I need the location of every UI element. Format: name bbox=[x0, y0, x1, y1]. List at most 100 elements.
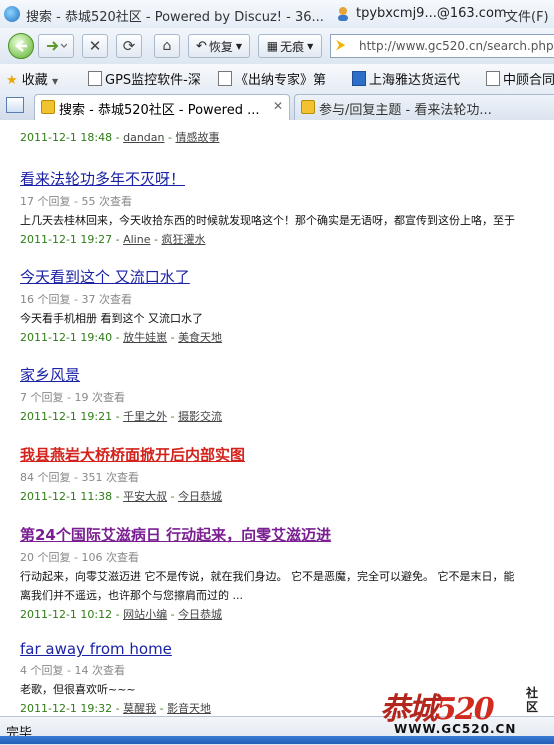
address-url[interactable]: http://www.gc520.cn/search.php? bbox=[359, 39, 554, 53]
result-title[interactable]: 家乡风景 bbox=[20, 364, 554, 385]
result-stats: 7 个回复 - 19 次查看 bbox=[20, 391, 125, 404]
favorite-link[interactable]: 《出纳专家》第 bbox=[218, 69, 326, 88]
favorite-label: 《出纳专家》第 bbox=[235, 73, 327, 88]
chevron-down-icon: ▼ bbox=[307, 41, 314, 51]
search-result: 第24个国际艾滋病日 行动起来，向零艾滋迈进 20 个回复 - 106 次查看 … bbox=[20, 524, 554, 622]
result-stats: 17 个回复 - 55 次查看 bbox=[20, 195, 132, 208]
favorite-link[interactable]: 上海雅达货运代 bbox=[352, 69, 460, 88]
result-title[interactable]: far away from home bbox=[20, 640, 554, 658]
tab-search[interactable]: 搜索 - 恭城520社区 - Powered ... ✕ bbox=[34, 94, 290, 120]
result-title[interactable]: 我县燕岩大桥桥面掀开后内部实图 bbox=[20, 444, 554, 465]
close-icon[interactable]: ✕ bbox=[273, 99, 283, 113]
favorites-bar: ★ 收藏 ▼ GPS监控软件-深 《出纳专家》第 上海雅达货运代 中顾合同 bbox=[0, 64, 554, 91]
restore-button[interactable]: ↶ 恢复 ▼ bbox=[188, 34, 250, 58]
result-meta: 2011-12-1 19:40 - 放牛娃崽 - 美食天地 bbox=[20, 331, 223, 344]
result-meta: 2011-12-1 19:21 - 千里之外 - 摄影交流 bbox=[20, 410, 223, 423]
result-excerpt: 今天看手机相册 看到这个 又流口水了 bbox=[20, 312, 203, 325]
result-title[interactable]: 今天看到这个 又流口水了 bbox=[20, 266, 554, 287]
stop-button[interactable]: ✕ bbox=[82, 34, 108, 58]
result-author[interactable]: 莫醒我 bbox=[123, 702, 156, 715]
chevron-down-icon: ▼ bbox=[51, 77, 59, 86]
page-content: 2011-12-1 18:48 - dandan - 情感故事 看来法轮功多年不… bbox=[0, 120, 554, 716]
search-result: 2011-12-1 18:48 - dandan - 情感故事 bbox=[20, 126, 554, 145]
result-date: 2011-12-1 10:12 bbox=[20, 608, 113, 621]
incognito-button[interactable]: ▦ 无痕 ▼ bbox=[258, 34, 322, 58]
address-bar[interactable]: ⮞ http://www.gc520.cn/search.php? bbox=[330, 34, 554, 58]
result-meta: 2011-12-1 19:27 - Aline - 疯狂灌水 bbox=[20, 233, 206, 246]
result-meta: 2011-12-1 18:48 - dandan - 情感故事 bbox=[20, 131, 220, 144]
favorites-menu[interactable]: ★ 收藏 ▼ bbox=[6, 69, 58, 88]
result-forum[interactable]: 今日恭城 bbox=[178, 490, 222, 503]
result-title[interactable]: 第24个国际艾滋病日 行动起来，向零艾滋迈进 bbox=[20, 524, 554, 545]
favorites-label: 收藏 bbox=[21, 73, 48, 88]
back-arrow-icon bbox=[15, 40, 27, 52]
user-account-icon[interactable] bbox=[336, 6, 350, 22]
favorite-label: 上海雅达货运代 bbox=[369, 73, 461, 88]
result-stats: 4 个回复 - 14 次查看 bbox=[20, 664, 125, 677]
result-forum[interactable]: 摄影交流 bbox=[178, 410, 222, 423]
forward-arrow-icon bbox=[47, 41, 67, 51]
result-excerpt: 行动起来，向零艾滋迈进 它不是传说，就在我们身边。 它不是恶魔，完全可以避免。 … bbox=[20, 570, 515, 583]
tab-label: 搜索 - 恭城520社区 - Powered ... bbox=[59, 103, 260, 118]
result-author[interactable]: 放牛娃崽 bbox=[123, 331, 167, 344]
favorite-link[interactable]: GPS监控软件-深 bbox=[88, 69, 201, 88]
result-author[interactable]: dandan bbox=[123, 131, 164, 144]
result-date: 2011-12-1 18:48 bbox=[20, 131, 113, 144]
tab-overview-icon[interactable] bbox=[6, 97, 24, 113]
tab-reply[interactable]: 参与/回复主题 - 看来法轮功... bbox=[294, 94, 554, 120]
result-forum[interactable]: 疯狂灌水 bbox=[161, 233, 205, 246]
result-stats: 20 个回复 - 106 次查看 bbox=[20, 551, 139, 564]
result-forum[interactable]: 美食天地 bbox=[178, 331, 222, 344]
undo-icon: ↶ bbox=[195, 38, 207, 54]
result-date: 2011-12-1 19:32 bbox=[20, 702, 113, 715]
window-title: 搜索 - 恭城520社区 - Powered by Discuz! - 36..… bbox=[26, 10, 324, 25]
result-author[interactable]: 网站小编 bbox=[123, 608, 167, 621]
result-author[interactable]: 平安大叔 bbox=[123, 490, 167, 503]
chevron-down-icon: ▼ bbox=[235, 41, 243, 51]
file-menu[interactable]: 文件(F) bbox=[505, 6, 549, 25]
result-forum[interactable]: 影音天地 bbox=[167, 702, 211, 715]
tab-bar: 搜索 - 恭城520社区 - Powered ... ✕ 参与/回复主题 - 看… bbox=[0, 90, 554, 121]
browser-logo-icon bbox=[4, 6, 20, 22]
favorite-link[interactable]: 中顾合同 bbox=[486, 69, 554, 88]
watermark-side-text: 社区 bbox=[526, 686, 539, 714]
result-date: 2011-12-1 19:40 bbox=[20, 331, 113, 344]
result-date: 2011-12-1 19:27 bbox=[20, 233, 113, 246]
page-icon bbox=[218, 71, 232, 86]
refresh-button[interactable]: ⟳ bbox=[116, 34, 142, 58]
star-icon: ★ bbox=[6, 73, 18, 88]
home-icon: ⌂ bbox=[162, 38, 172, 54]
close-icon: ✕ bbox=[88, 37, 102, 55]
result-excerpt: 离我们并不遥远，也许那个与您擦肩而过的 ... bbox=[20, 589, 243, 602]
account-email[interactable]: tpybxcmj9...@163.com bbox=[356, 6, 507, 21]
result-title[interactable]: 看来法轮功多年不灭呀！ bbox=[20, 168, 554, 189]
home-button[interactable]: ⌂ bbox=[154, 34, 180, 58]
watermark-url: WWW.GC520.CN bbox=[394, 722, 517, 736]
result-forum[interactable]: 今日恭城 bbox=[178, 608, 222, 621]
window-titlebar: 搜索 - 恭城520社区 - Powered by Discuz! - 36..… bbox=[0, 0, 554, 29]
forward-button[interactable] bbox=[38, 34, 74, 58]
back-button[interactable] bbox=[8, 33, 34, 59]
search-result: 看来法轮功多年不灭呀！ 17 个回复 - 55 次查看 上几天去桂林回来，今天收… bbox=[20, 168, 554, 247]
site-watermark: 恭城520 社区 WWW.GC520.CN bbox=[380, 684, 554, 744]
incognito-icon: ▦ bbox=[266, 39, 279, 53]
bookmark-star-icon[interactable]: ⮞ bbox=[336, 38, 345, 53]
result-author[interactable]: Aline bbox=[123, 233, 150, 246]
page-icon bbox=[88, 71, 102, 86]
search-result: 家乡风景 7 个回复 - 19 次查看 2011-12-1 19:21 - 千里… bbox=[20, 364, 554, 424]
search-result: 今天看到这个 又流口水了 16 个回复 - 37 次查看 今天看手机相册 看到这… bbox=[20, 266, 554, 345]
result-date: 2011-12-1 11:38 bbox=[20, 490, 113, 503]
result-stats: 16 个回复 - 37 次查看 bbox=[20, 293, 132, 306]
result-author[interactable]: 千里之外 bbox=[123, 410, 167, 423]
result-excerpt: 上几天去桂林回来，今天收拾东西的时候就发现咯这个！那个确实是无语呀，都宣传到这份… bbox=[20, 214, 515, 227]
favorite-label: GPS监控软件-深 bbox=[105, 73, 201, 88]
page-icon bbox=[486, 71, 500, 86]
result-forum[interactable]: 情感故事 bbox=[175, 131, 219, 144]
navigation-toolbar: ✕ ⟳ ⌂ ↶ 恢复 ▼ ▦ 无痕 ▼ ⮞ http://www.gc520.c… bbox=[0, 28, 554, 65]
restore-label: 恢复 bbox=[208, 39, 233, 54]
tab-label: 参与/回复主题 - 看来法轮功... bbox=[319, 103, 492, 118]
favorite-label: 中顾合同 bbox=[503, 73, 554, 88]
result-meta: 2011-12-1 11:38 - 平安大叔 - 今日恭城 bbox=[20, 490, 223, 503]
result-meta: 2011-12-1 10:12 - 网站小编 - 今日恭城 bbox=[20, 608, 223, 621]
search-result: 我县燕岩大桥桥面掀开后内部实图 84 个回复 - 351 次查看 2011-12… bbox=[20, 444, 554, 504]
